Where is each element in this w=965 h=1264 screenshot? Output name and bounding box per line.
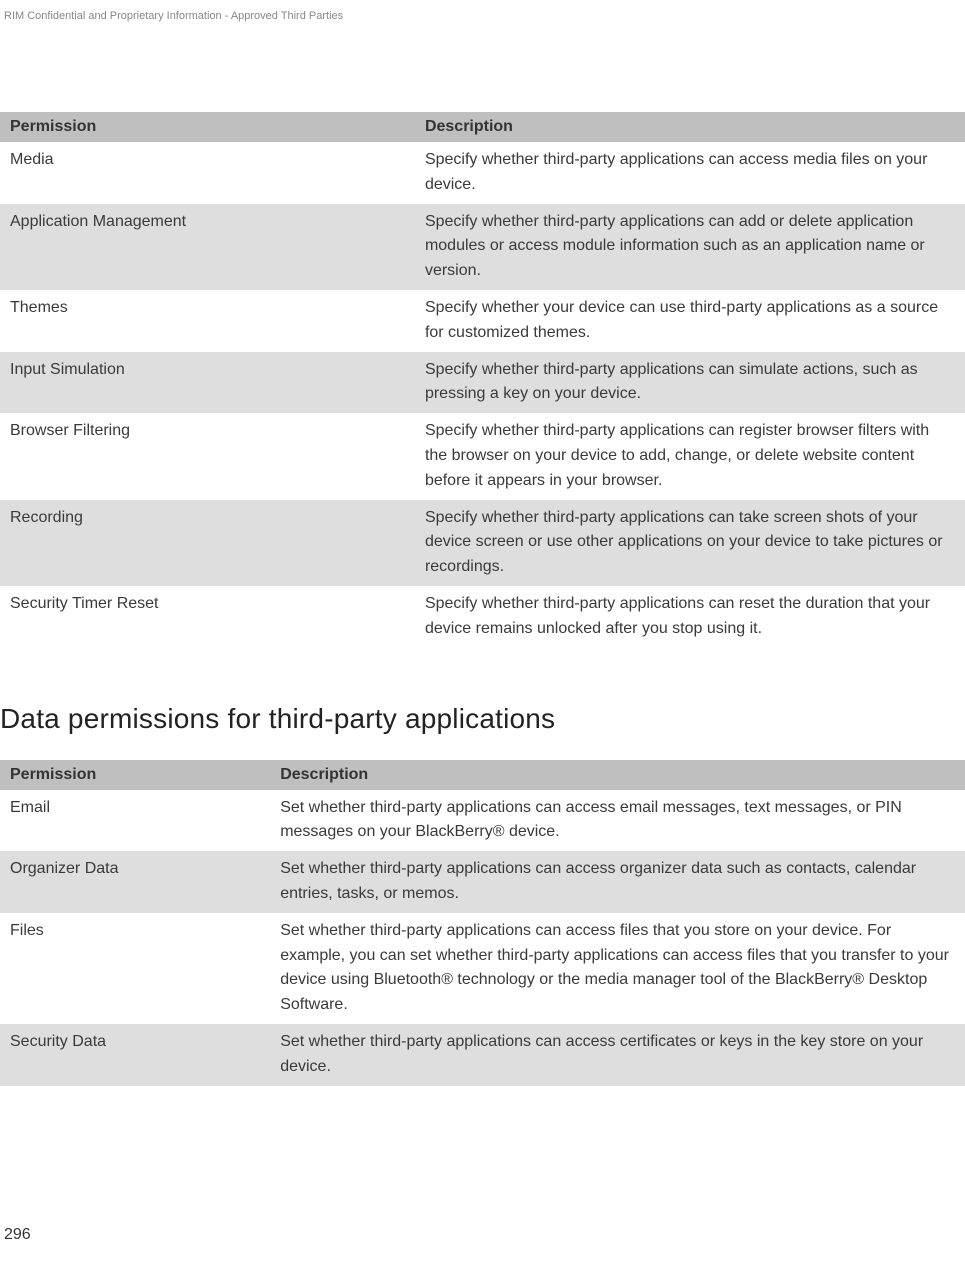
description-cell: Set whether third-party applications can… (270, 913, 965, 1024)
table-row: Recording Specify whether third-party ap… (0, 500, 965, 586)
table-row: Themes Specify whether your device can u… (0, 290, 965, 352)
table-row: Input Simulation Specify whether third-p… (0, 352, 965, 414)
permission-cell: Recording (0, 500, 415, 586)
header-confidential-note: RIM Confidential and Proprietary Informa… (0, 10, 965, 112)
permission-cell: Security Data (0, 1024, 270, 1086)
page-number: 296 (0, 1086, 965, 1244)
description-cell: Specify whether third-party applications… (415, 352, 965, 414)
permission-cell: Organizer Data (0, 851, 270, 913)
description-cell: Specify whether third-party applications… (415, 500, 965, 586)
table-row: Application Management Specify whether t… (0, 204, 965, 290)
description-cell: Specify whether your device can use thir… (415, 290, 965, 352)
description-cell: Specify whether third-party applications… (415, 413, 965, 499)
permission-cell: Email (0, 790, 270, 852)
permission-cell: Themes (0, 290, 415, 352)
table1-header-description: Description (415, 112, 965, 142)
description-cell: Set whether third-party applications can… (270, 790, 965, 852)
table-row: Security Data Set whether third-party ap… (0, 1024, 965, 1086)
table-row: Email Set whether third-party applicatio… (0, 790, 965, 852)
permission-cell: Application Management (0, 204, 415, 290)
permission-cell: Browser Filtering (0, 413, 415, 499)
table-row: Media Specify whether third-party applic… (0, 142, 965, 204)
permission-cell: Files (0, 913, 270, 1024)
description-cell: Specify whether third-party applications… (415, 204, 965, 290)
interaction-permissions-table: Permission Description Media Specify whe… (0, 112, 965, 648)
table1-header-permission: Permission (0, 112, 415, 142)
description-cell: Specify whether third-party applications… (415, 142, 965, 204)
table-row: Security Timer Reset Specify whether thi… (0, 586, 965, 648)
table2-header-description: Description (270, 760, 965, 790)
data-permissions-table: Permission Description Email Set whether… (0, 760, 965, 1086)
permission-cell: Media (0, 142, 415, 204)
description-cell: Set whether third-party applications can… (270, 851, 965, 913)
table2-header-permission: Permission (0, 760, 270, 790)
description-cell: Specify whether third-party applications… (415, 586, 965, 648)
table-row: Files Set whether third-party applicatio… (0, 913, 965, 1024)
description-cell: Set whether third-party applications can… (270, 1024, 965, 1086)
table-row: Browser Filtering Specify whether third-… (0, 413, 965, 499)
section-title: Data permissions for third-party applica… (0, 703, 965, 735)
table-row: Organizer Data Set whether third-party a… (0, 851, 965, 913)
permission-cell: Input Simulation (0, 352, 415, 414)
permission-cell: Security Timer Reset (0, 586, 415, 648)
